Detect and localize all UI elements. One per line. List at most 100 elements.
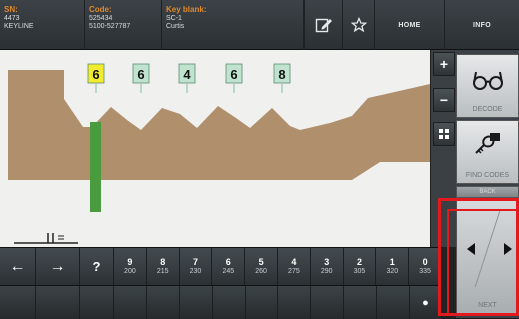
zoom-in-button[interactable]: + (433, 52, 455, 76)
bottom-cell[interactable] (114, 286, 147, 319)
arrow-right-icon: → (49, 258, 66, 275)
cut-depth-value: 4 (183, 67, 191, 82)
nav-left-arrow-icon[interactable] (467, 243, 475, 255)
cursor-left-button[interactable]: ← (0, 248, 36, 286)
star-icon (350, 17, 367, 33)
depth-value: 230 (189, 268, 202, 275)
bottom-cell[interactable] (377, 286, 410, 319)
unknown-depth-button[interactable]: ? (80, 248, 114, 286)
cut-depth-value: 8 (278, 67, 285, 82)
depth-button-6[interactable]: 6 245 (212, 248, 246, 286)
code-label: Code: (89, 5, 112, 14)
key-blank-brand: Curtis (166, 23, 185, 30)
find-codes-label: FIND CODES (465, 172, 510, 179)
key-shank-fill (8, 70, 64, 99)
key-blank-value: SC-1 (166, 15, 182, 22)
depth-value: 200 (124, 268, 136, 275)
machine-screen: SN: 4473 KEYLINE Code: 525434 5100-52778… (0, 0, 519, 319)
next-label: NEXT (478, 302, 497, 309)
nav-divider (474, 210, 501, 288)
bottom-cell[interactable] (344, 286, 377, 319)
depth-number: 9 (127, 257, 133, 267)
cut-depth-value: 6 (92, 67, 99, 82)
bottom-cell[interactable] (180, 286, 213, 319)
bottom-cell[interactable] (246, 286, 278, 319)
serial-number-cell: SN: 4473 KEYLINE (0, 0, 85, 50)
next-button[interactable]: NEXT (456, 200, 519, 314)
key-blank-label: Key blank: (166, 5, 207, 14)
depth-value: 320 (386, 268, 399, 275)
depth-value: 260 (255, 268, 267, 275)
depth-button-0[interactable]: 0 335 (409, 248, 442, 286)
sn-brand: KEYLINE (4, 23, 34, 30)
bottom-cell[interactable] (36, 286, 80, 319)
depth-button-1[interactable]: 1 320 (376, 248, 410, 286)
code-cell: Code: 525434 5100-527787 (85, 0, 162, 50)
bottom-action-button[interactable]: ● (410, 286, 442, 319)
scale-mark (14, 233, 78, 244)
decode-button[interactable]: DECODE (456, 54, 519, 118)
depth-button-7[interactable]: 7 230 (179, 248, 213, 286)
home-button[interactable]: HOME (374, 0, 444, 50)
favorite-button[interactable] (342, 0, 374, 50)
info-button[interactable]: INFO (444, 0, 519, 50)
depth-value: 245 (222, 268, 235, 275)
bottom-cell[interactable] (147, 286, 180, 319)
cut-depth-value: 6 (230, 67, 237, 82)
record-icon: ● (422, 296, 429, 309)
cursor-right-button[interactable]: → (36, 248, 80, 286)
depth-value: 215 (156, 268, 169, 275)
depth-value: 290 (320, 268, 333, 275)
sn-label: SN: (4, 5, 18, 14)
depth-button-2[interactable]: 2 305 (343, 248, 377, 286)
depth-number: 4 (291, 257, 297, 267)
depth-number: 1 (389, 257, 395, 267)
arrow-left-icon: ← (9, 258, 26, 275)
depth-number: 5 (258, 257, 264, 267)
depth-button-5[interactable]: 5 260 (245, 248, 278, 286)
side-panel: DECODE FIND CODES BACK NEXT (456, 50, 519, 318)
zoom-out-button[interactable]: − (433, 88, 455, 112)
depth-number: 2 (356, 257, 362, 267)
code-value: 525434 (89, 15, 113, 22)
depth-value: 305 (353, 268, 366, 275)
bottom-cell[interactable] (0, 286, 36, 319)
depth-number: 7 (192, 257, 198, 267)
key-profile-drawing: 6 6 4 6 8 (8, 63, 430, 244)
key-blank-cell: Key blank: SC-1 Curtis (162, 0, 304, 50)
back-button[interactable]: BACK (456, 186, 519, 198)
sn-value: 4473 (4, 15, 20, 22)
bottom-cell[interactable] (311, 286, 344, 319)
code-range: 5100-527787 (89, 23, 131, 30)
depth-button-9[interactable]: 9 200 (114, 248, 147, 286)
depth-button-3[interactable]: 3 290 (310, 248, 344, 286)
depth-value: 335 (419, 268, 431, 275)
depth-value: 275 (288, 268, 300, 275)
back-label: BACK (479, 189, 496, 195)
zoom-controls: + − (430, 50, 456, 247)
depth-number: 3 (324, 257, 330, 267)
cut-depth-value: 6 (137, 67, 144, 82)
fit-grid-icon (439, 129, 449, 139)
nav-right-arrow-icon[interactable] (504, 243, 512, 255)
edit-button[interactable] (304, 0, 342, 50)
key-drawing-area: 6 6 4 6 8 (0, 50, 430, 247)
depth-selector-bar: ← → ? 9 200 8 215 7 230 6 245 5 260 4 275 3 290 2 305 1 3… (0, 247, 442, 286)
depth-button-4[interactable]: 4 275 (278, 248, 311, 286)
zoom-fit-button[interactable] (433, 122, 455, 146)
depth-button-8[interactable]: 8 215 (146, 248, 180, 286)
decode-label: DECODE (472, 106, 503, 113)
shoulder-stop (90, 122, 101, 212)
bottom-toolbar: ● (0, 285, 442, 319)
depth-number: 8 (160, 257, 166, 267)
bottom-cell[interactable] (213, 286, 246, 319)
depth-number: 6 (225, 257, 231, 267)
find-codes-button[interactable]: FIND CODES (456, 120, 519, 184)
depth-number: 0 (422, 257, 428, 267)
header-bar: SN: 4473 KEYLINE Code: 525434 5100-52778… (0, 0, 519, 50)
glasses-icon (473, 71, 503, 90)
bottom-cell[interactable] (80, 286, 114, 319)
edit-icon (315, 18, 332, 33)
bottom-cell[interactable] (278, 286, 311, 319)
key-tag-icon (475, 133, 500, 154)
